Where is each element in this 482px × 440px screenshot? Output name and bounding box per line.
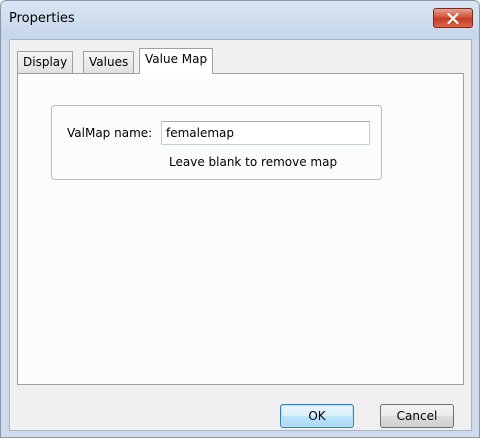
cancel-button[interactable]: Cancel: [380, 404, 454, 428]
properties-dialog: Properties Display Values Value Map ValM…: [0, 0, 480, 438]
tab-display[interactable]: Display: [17, 51, 74, 73]
valmap-name-label: ValMap name:: [67, 126, 153, 140]
ok-button[interactable]: OK: [280, 404, 354, 428]
title-bar[interactable]: Properties: [1, 1, 479, 39]
dialog-client-area: Display Values Value Map ValMap name: Le…: [9, 39, 472, 431]
valmap-hint-text: Leave blank to remove map: [169, 155, 338, 169]
window-title: Properties: [9, 11, 75, 26]
close-icon: [447, 13, 459, 24]
tab-value-map[interactable]: Value Map: [139, 48, 214, 74]
valmap-group: ValMap name: Leave blank to remove map: [51, 105, 382, 180]
value-map-panel: ValMap name: Leave blank to remove map: [17, 73, 464, 385]
close-button[interactable]: [433, 8, 473, 28]
tab-values[interactable]: Values: [83, 51, 135, 73]
valmap-name-input[interactable]: [161, 121, 370, 145]
